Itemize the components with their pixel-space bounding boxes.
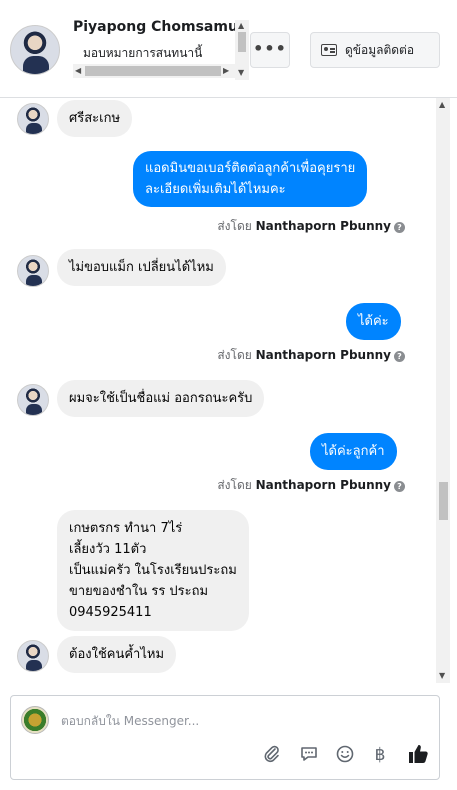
customer-avatar-small: [17, 384, 49, 416]
scrollbar-thumb[interactable]: [439, 482, 448, 520]
scroll-down-icon[interactable]: ▼: [439, 671, 445, 680]
outgoing-message: แอดมินขอเบอร์ติดต่อลูกค้าเพื่อคุยราย ละเ…: [133, 151, 368, 207]
message-line: ขายของชำใน รร ประถม: [69, 584, 209, 599]
sent-by-label: ส่งโดย Nanthaporn Pbunny?: [217, 346, 405, 365]
outgoing-message: ได้ค่ะลูกค้า: [310, 433, 397, 470]
assign-conversation-label: มอบหมายการสนทนานี้: [83, 46, 203, 60]
baht-icon[interactable]: ฿: [369, 744, 391, 766]
scroll-right-icon[interactable]: ▶: [223, 66, 229, 75]
help-icon[interactable]: ?: [394, 351, 405, 362]
customer-avatar[interactable]: [10, 25, 60, 75]
thumbs-up-icon[interactable]: [407, 742, 431, 766]
help-icon[interactable]: ?: [394, 481, 405, 492]
message-line: เลี้ยงวัว 11ตัว: [69, 542, 147, 557]
message-line: ละเอียดเพิ่มเติมได้ไหมคะ: [145, 182, 286, 197]
scroll-down-icon[interactable]: ▼: [238, 68, 244, 77]
incoming-message: ต้องใช้คนค้ำไหม: [57, 636, 177, 673]
chat-vertical-scrollbar[interactable]: ▲ ▼: [436, 98, 450, 683]
contact-card-icon: [321, 44, 337, 56]
scroll-up-icon[interactable]: ▲: [439, 100, 445, 109]
reply-input[interactable]: ตอบกลับใน Messenger...: [61, 712, 199, 731]
message-line: แอดมินขอเบอร์ติดต่อลูกค้าเพื่อคุยราย: [145, 161, 356, 176]
customer-name[interactable]: Piyapong Chomsamut: [73, 19, 235, 35]
horizontal-scrollbar[interactable]: ◀ ▶: [73, 64, 235, 78]
view-contact-button[interactable]: ดูข้อมูลติดต่อ: [310, 32, 440, 68]
scroll-up-icon[interactable]: ▲: [238, 21, 244, 30]
message-thread[interactable]: ศรีสะเกษ แอดมินขอเบอร์ติดต่อลูกค้าเพื่อค…: [0, 98, 457, 683]
scroll-left-icon[interactable]: ◀: [75, 66, 81, 75]
incoming-message: ศรีสะเกษ: [57, 100, 133, 137]
incoming-message: ผมจะใช้เป็นชื่อแม่ ออกรถนะครับ: [57, 380, 265, 417]
message-line: 0945925411: [69, 605, 152, 620]
message-line: เกษตรกร ทำนา 7ไร่: [69, 521, 183, 536]
message-line: เป็นแม่ครัว ในโรงเรียนประถม: [69, 563, 237, 578]
incoming-message: ไม่ขอบแม็ก เปลี่ยนได้ไหม: [57, 249, 226, 286]
more-options-button[interactable]: •••: [250, 32, 290, 68]
sent-by-label: ส่งโดย Nanthaporn Pbunny?: [217, 476, 405, 495]
speech-bubble-icon[interactable]: [298, 744, 320, 766]
smiley-icon[interactable]: [334, 744, 356, 766]
incoming-message: เกษตรกร ทำนา 7ไร่ เลี้ยงวัว 11ตัว เป็นแม…: [57, 510, 249, 631]
assign-conversation-box[interactable]: มอบหมายการสนทนานี้ ◀ ▶: [73, 40, 238, 80]
paperclip-icon[interactable]: [261, 744, 283, 766]
page-avatar: [21, 706, 49, 734]
sent-by-label: ส่งโดย Nanthaporn Pbunny?: [217, 217, 405, 236]
view-contact-label: ดูข้อมูลติดต่อ: [345, 42, 415, 57]
conversation-header: Piyapong Chomsamut ▲ ▼ มอบหมายการสนทนานี…: [0, 0, 457, 98]
customer-avatar-small: [17, 255, 49, 287]
customer-avatar-small: [17, 640, 49, 672]
outgoing-message: ได้ค่ะ: [346, 303, 401, 340]
reply-composer[interactable]: ตอบกลับใน Messenger... ฿: [10, 695, 440, 780]
customer-avatar-small: [17, 103, 49, 135]
help-icon[interactable]: ?: [394, 222, 405, 233]
